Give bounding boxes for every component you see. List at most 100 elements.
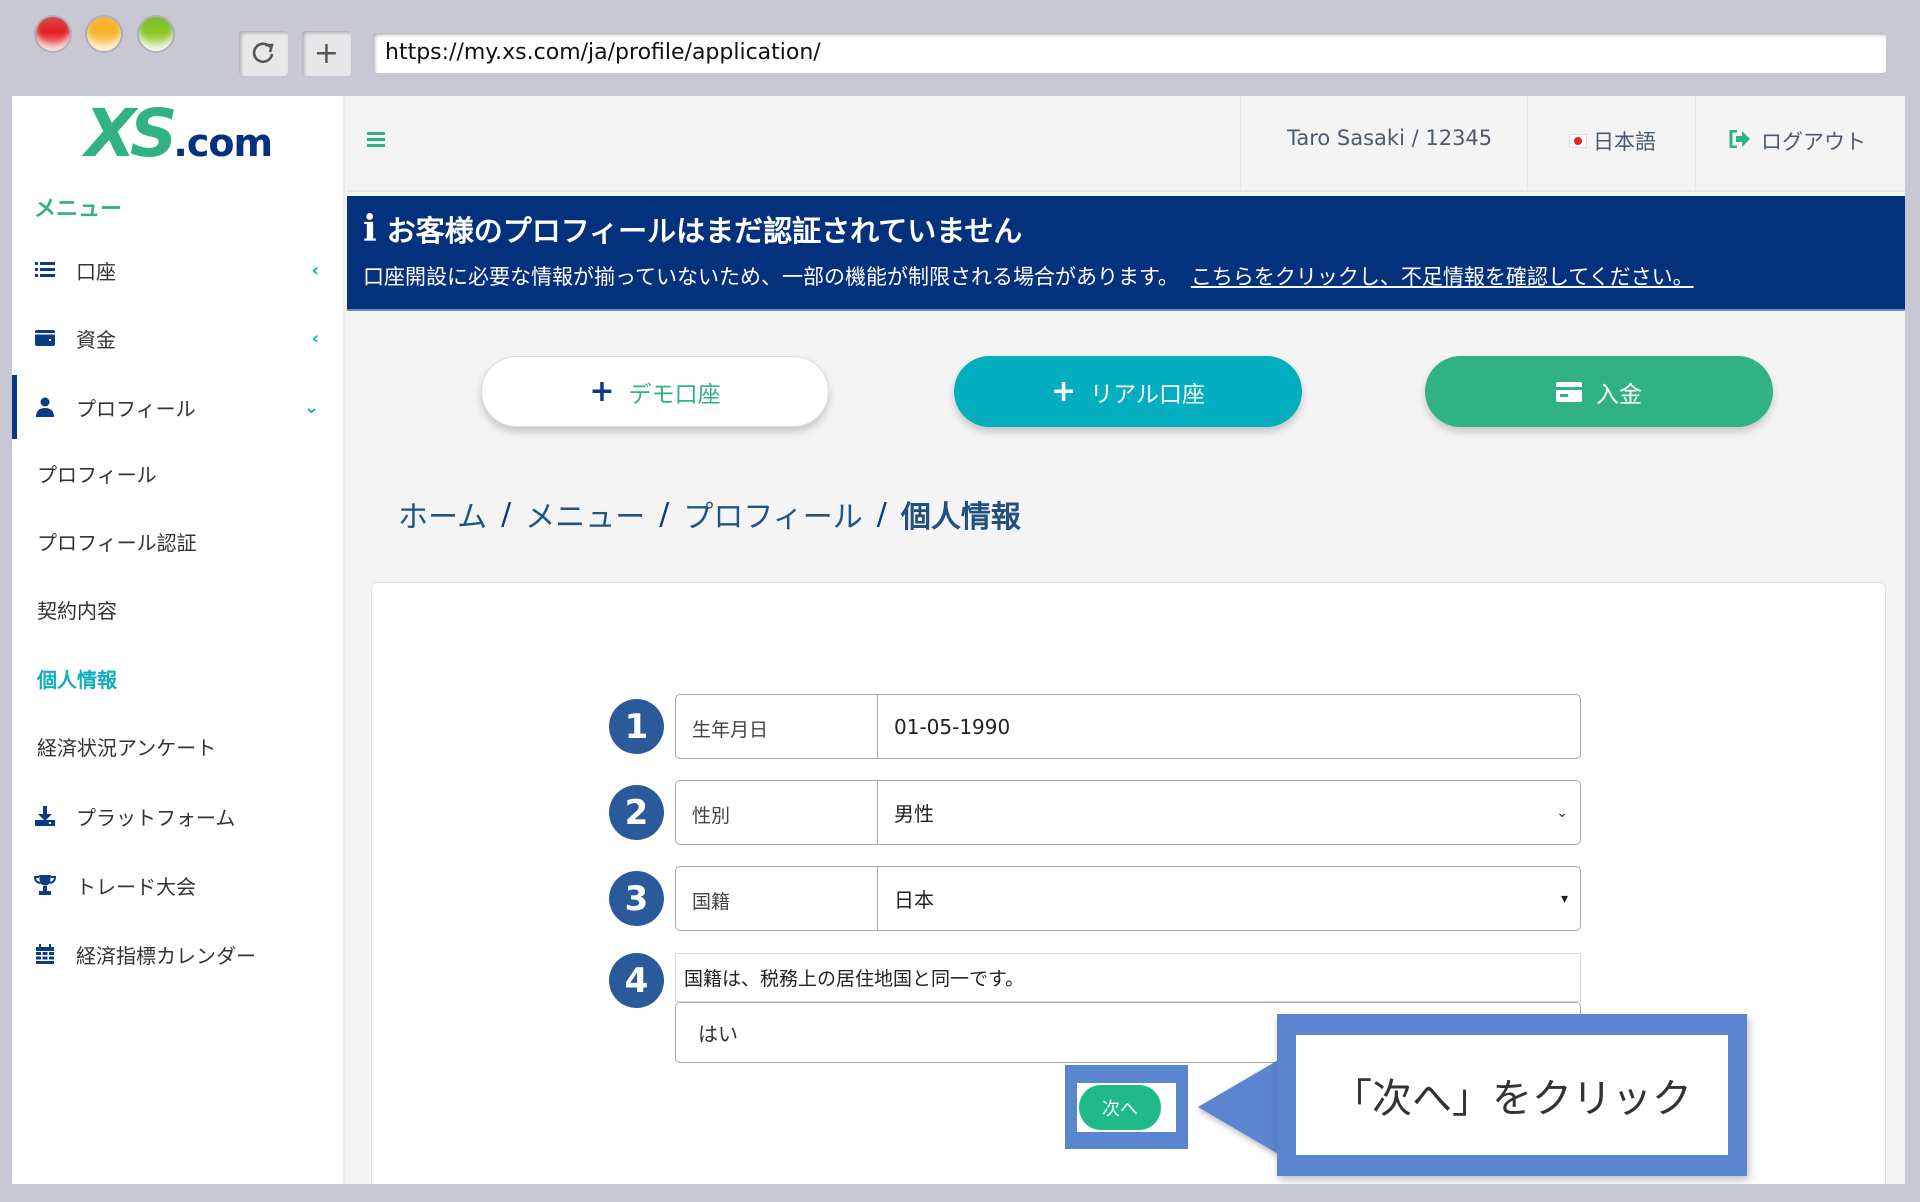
info-icon: i — [363, 208, 377, 250]
breadcrumb-separator: / — [659, 496, 670, 532]
deposit-button[interactable]: 入金 — [1425, 356, 1773, 427]
logout-label: ログアウト — [1761, 130, 1866, 154]
wallet-icon — [34, 327, 56, 349]
step-badge: 2 — [609, 785, 664, 840]
logout-icon — [1729, 129, 1751, 154]
list-icon — [34, 259, 56, 281]
step-badge: 1 — [609, 699, 664, 754]
xs-logo[interactable]: XS .com — [85, 96, 273, 172]
breadcrumb-separator: / — [876, 496, 887, 532]
trophy-icon — [34, 874, 56, 896]
birthdate-label: 生年月日 — [676, 695, 878, 758]
banner-title-text: お客様のプロフィールはまだ認証されていません — [386, 214, 1023, 248]
sidebar-item-profile[interactable]: プロフィール ⌄ — [12, 375, 345, 439]
chevron-down-icon: ⌄ — [1556, 804, 1568, 821]
sidebar-item-label: 資金 — [76, 327, 116, 352]
tax-residency-question: 国籍は、税務上の居住地国と同一です。 — [675, 953, 1581, 1002]
step-badge: 3 — [609, 871, 664, 926]
chevron-left-icon: ‹ — [311, 259, 319, 281]
instruction-callout: 「次へ」をクリック — [1277, 1014, 1747, 1176]
banner-message-text: 口座開設に必要な情報が揃っていないため、一部の機能が制限される場合があります。 — [363, 265, 1179, 289]
real-account-button[interactable]: + リアル口座 — [954, 356, 1302, 427]
demo-account-button[interactable]: + デモ口座 — [481, 356, 829, 427]
callout-text: 「次へ」をクリック — [1296, 1035, 1728, 1155]
sidebar-item-trade-contest[interactable]: トレード大会 — [12, 861, 345, 909]
sidebar-item-label: プロフィール — [76, 396, 196, 421]
logo-suffix: .com — [173, 121, 273, 165]
user-account-label[interactable]: Taro Sasaki / 12345 — [1287, 126, 1492, 150]
step-badge: 4 — [609, 953, 664, 1008]
breadcrumb: ホーム / メニュー / プロフィール / 個人情報 — [398, 492, 1021, 536]
sidebar-item-funds[interactable]: 資金 ‹ — [12, 314, 345, 362]
menu-title: メニュー — [34, 197, 123, 222]
missing-info-link[interactable]: こちらをクリックし、不足情報を確認してください。 — [1191, 265, 1694, 289]
plus-icon: + — [1051, 374, 1077, 409]
next-button-highlight: 次へ — [1065, 1065, 1188, 1149]
gender-label: 性別 — [676, 781, 878, 844]
sidebar-item-label: トレード大会 — [76, 874, 196, 899]
caret-down-icon: ▾ — [1560, 890, 1568, 907]
sidebar-subitem-financial-survey[interactable]: 経済状況アンケート — [37, 732, 216, 761]
breadcrumb-profile[interactable]: プロフィール — [683, 492, 862, 536]
reload-icon — [252, 41, 274, 63]
breadcrumb-separator: / — [501, 496, 512, 532]
download-icon — [34, 805, 56, 827]
gender-select[interactable]: 男性 ⌄ — [878, 781, 1580, 844]
language-selector[interactable]: 日本語 — [1569, 126, 1656, 156]
logout-button[interactable]: ログアウト — [1729, 126, 1866, 156]
reload-button[interactable] — [239, 31, 288, 76]
sidebar-item-label: 口座 — [76, 259, 116, 284]
nationality-select[interactable]: 日本 ▾ — [878, 867, 1580, 930]
sidebar-item-accounts[interactable]: 口座 ‹ — [12, 246, 345, 294]
sidebar-item-label: プラットフォーム — [76, 805, 236, 830]
callout-pointer — [1198, 1059, 1280, 1155]
breadcrumb-menu[interactable]: メニュー — [525, 492, 645, 536]
header-divider — [1527, 96, 1528, 192]
calendar-icon — [34, 943, 56, 965]
top-header: Taro Sasaki / 12345 日本語 ログアウト — [347, 96, 1905, 192]
sidebar-item-platform[interactable]: プラットフォーム — [12, 792, 345, 840]
plus-icon: + — [313, 36, 340, 71]
header-divider — [1240, 96, 1241, 192]
japan-flag-icon — [1569, 134, 1587, 148]
next-button-frame: 次へ — [1077, 1083, 1176, 1132]
sidebar-subitem-profile-verification[interactable]: プロフィール認証 — [37, 527, 197, 556]
deposit-label: 入金 — [1596, 381, 1642, 408]
hamburger-menu-icon[interactable] — [367, 132, 385, 148]
breadcrumb-current: 個人情報 — [900, 500, 1021, 535]
gender-row: 性別 男性 ⌄ — [675, 780, 1581, 845]
sidebar-subitem-personal-info[interactable]: 個人情報 — [37, 664, 117, 693]
new-tab-button[interactable]: + — [302, 31, 351, 76]
chevron-down-icon: ⌄ — [303, 396, 319, 418]
banner-title: i お客様のプロフィールはまだ認証されていません — [363, 208, 1022, 250]
language-label: 日本語 — [1593, 130, 1656, 154]
gender-value: 男性 — [894, 802, 934, 826]
url-bar[interactable]: https://my.xs.com/ja/profile/application… — [373, 33, 1886, 73]
sidebar: XS .com メニュー 口座 ‹ 資金 ‹ プロフィール ⌄ プロフィール プ… — [12, 96, 345, 1184]
sidebar-item-label: 経済指標カレンダー — [76, 943, 256, 968]
birthdate-row: 生年月日 01-05-1990 — [675, 694, 1581, 759]
browser-window: + https://my.xs.com/ja/profile/applicati… — [0, 0, 1920, 1202]
nationality-row: 国籍 日本 ▾ — [675, 866, 1581, 931]
page: XS .com メニュー 口座 ‹ 資金 ‹ プロフィール ⌄ プロフィール プ… — [12, 96, 1905, 1184]
plus-icon: + — [589, 374, 615, 409]
minimize-window-button[interactable] — [87, 17, 121, 51]
user-icon — [34, 396, 56, 418]
credit-card-icon — [1556, 381, 1582, 402]
banner-message: 口座開設に必要な情報が揃っていないため、一部の機能が制限される場合があります。こ… — [363, 261, 1694, 291]
close-window-button[interactable] — [36, 17, 70, 51]
maximize-window-button[interactable] — [139, 17, 173, 51]
header-divider — [1695, 96, 1696, 192]
nationality-value: 日本 — [894, 888, 934, 912]
sidebar-subitem-profile[interactable]: プロフィール — [37, 459, 157, 488]
demo-account-label: デモ口座 — [628, 381, 721, 408]
chevron-left-icon: ‹ — [311, 327, 319, 349]
logo-xs: XS — [85, 96, 177, 172]
sidebar-item-economic-calendar[interactable]: 経済指標カレンダー — [12, 930, 345, 978]
nationality-label: 国籍 — [676, 867, 878, 930]
real-account-label: リアル口座 — [1090, 381, 1205, 408]
breadcrumb-home[interactable]: ホーム — [398, 492, 487, 536]
sidebar-subitem-contract[interactable]: 契約内容 — [37, 595, 117, 624]
birthdate-input[interactable]: 01-05-1990 — [878, 695, 1580, 758]
next-button[interactable]: 次へ — [1079, 1085, 1161, 1130]
